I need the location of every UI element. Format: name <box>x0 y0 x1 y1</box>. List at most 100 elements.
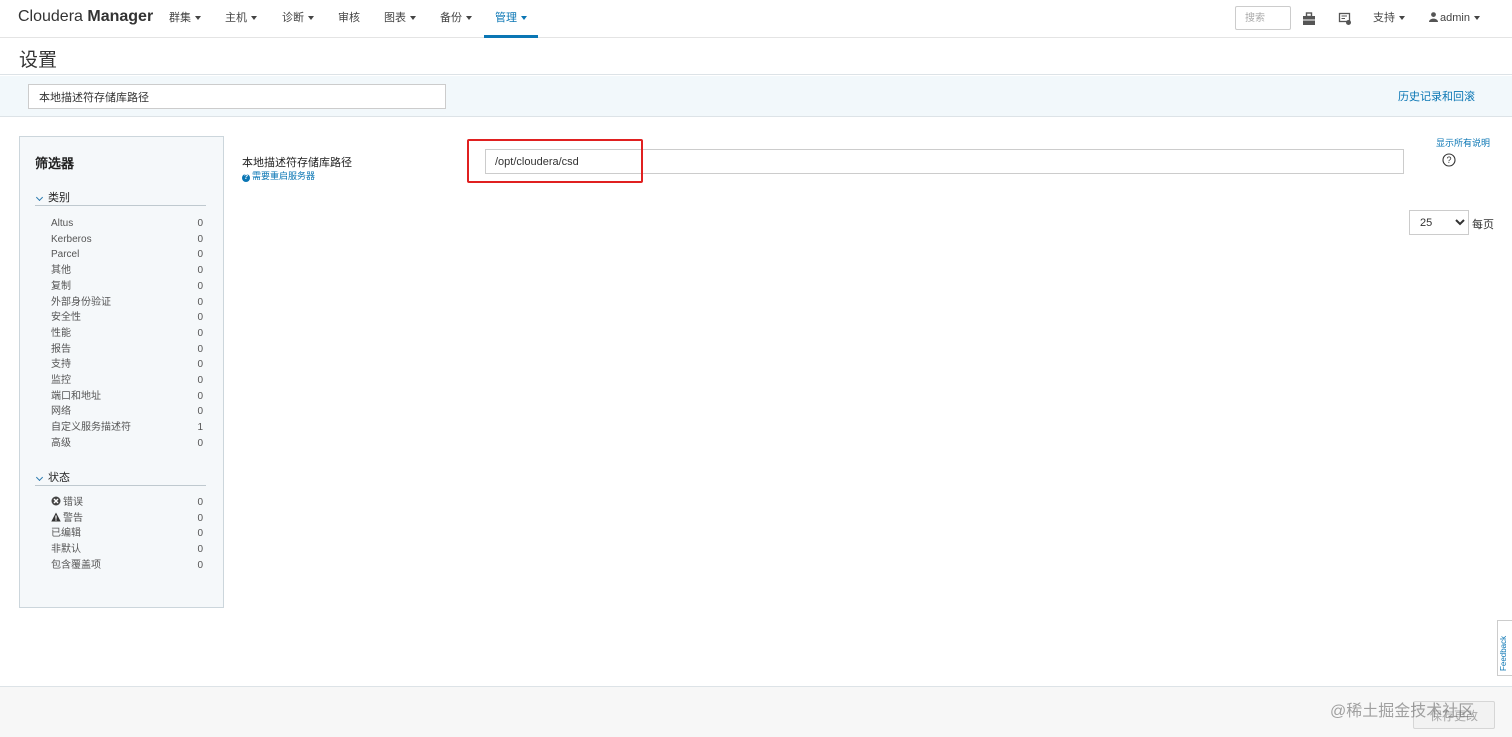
footer-bar: 保存更改 @稀土掘金技术社区 <box>0 686 1512 737</box>
nav-label: 支持 <box>1373 12 1395 24</box>
filter-item-label: 错误 <box>63 497 83 508</box>
filter-item-count: 0 <box>197 249 203 261</box>
filter-item[interactable]: 包含覆盖项 0 <box>51 558 203 573</box>
restart-required-note[interactable]: ? 需要重启服务器 <box>242 169 315 182</box>
filter-item[interactable]: 高级 0 <box>51 436 203 451</box>
nav-audits[interactable]: 审核 <box>338 0 360 38</box>
filter-item-label: 报告 <box>51 343 71 355</box>
chevron-down-icon <box>35 193 44 201</box>
help-circle-icon[interactable]: ? <box>1442 153 1456 167</box>
group-label: 状态 <box>48 472 70 484</box>
filter-item[interactable]: 其他 0 <box>51 263 203 278</box>
filter-item[interactable]: Kerberos 0 <box>51 232 203 247</box>
svg-text:?: ? <box>1446 155 1451 165</box>
filter-item[interactable]: 安全性 0 <box>51 310 203 325</box>
filter-item-label: Kerberos <box>51 233 92 245</box>
top-navbar: Cloudera Manager 群集 主机 诊断 审核 图表 备份 管理 支持… <box>0 0 1512 38</box>
filter-item[interactable]: Altus 0 <box>51 216 203 231</box>
filter-item[interactable]: 报告 0 <box>51 342 203 357</box>
nav-diagnostics[interactable]: 诊断 <box>282 0 314 38</box>
filter-item-count: 0 <box>197 390 203 402</box>
filter-item[interactable]: 错误 0 <box>51 495 203 510</box>
user-menu[interactable]: admin <box>1429 0 1480 38</box>
filter-item-label: 网络 <box>51 406 71 418</box>
filter-item-count: 0 <box>197 544 203 556</box>
filter-item-count: 0 <box>197 497 203 508</box>
search-input[interactable] <box>1235 6 1291 30</box>
filter-item[interactable]: 复制 0 <box>51 279 203 294</box>
filter-item[interactable]: Parcel 0 <box>51 247 203 262</box>
setting-label: 本地描述符存储库路径 <box>242 157 352 169</box>
filter-sidebar: 筛选器 类别 Altus 0 Kerberos 0 Parcel 0 其他 0 复制 0 外部身份验… <box>19 136 224 608</box>
per-page-label: 每页 <box>1472 219 1494 231</box>
filter-item[interactable]: 非默认 0 <box>51 542 203 557</box>
filter-item-label: 支持 <box>51 359 71 371</box>
filter-item-count: 0 <box>197 327 203 339</box>
nav-backup[interactable]: 备份 <box>440 0 472 38</box>
title-bar: 设置 <box>0 38 1512 75</box>
nav-label: 审核 <box>338 12 360 24</box>
filter-item[interactable]: 性能 0 <box>51 326 203 341</box>
feedback-tab[interactable]: Feedback <box>1497 620 1512 676</box>
category-group-header[interactable]: 类别 <box>35 189 206 206</box>
nav-support[interactable]: 支持 <box>1373 0 1405 38</box>
setting-value-input[interactable] <box>485 149 1404 174</box>
question-icon: ? <box>242 174 250 182</box>
filter-item-label: 自定义服务描述符 <box>51 422 131 434</box>
filter-item-count: 0 <box>197 559 203 571</box>
filter-item-label: 性能 <box>51 327 71 339</box>
chevron-down-icon <box>1473 16 1480 21</box>
nav-label: 主机 <box>225 12 247 24</box>
per-page-select[interactable]: 25 <box>1409 210 1469 235</box>
filter-item[interactable]: 警告 0 <box>51 511 203 526</box>
running-commands-icon[interactable] <box>1338 12 1352 26</box>
filter-item[interactable]: 外部身份验证 0 <box>51 295 203 310</box>
nav-clusters[interactable]: 群集 <box>169 0 201 38</box>
show-all-descriptions-link[interactable]: 显示所有说明 <box>1436 136 1490 149</box>
nav-label: 管理 <box>495 12 517 24</box>
filter-item-count: 0 <box>197 343 203 355</box>
status-group-header[interactable]: 状态 <box>35 469 206 486</box>
chevron-down-icon <box>466 16 472 21</box>
history-and-rollback-link[interactable]: 历史记录和回滚 <box>1398 88 1475 104</box>
filter-item[interactable]: 支持 0 <box>51 357 203 372</box>
filter-item-count: 0 <box>197 296 203 308</box>
nav-label: 群集 <box>169 12 191 24</box>
parcel-icon[interactable] <box>1302 12 1316 26</box>
chevron-down-icon <box>35 473 44 481</box>
filter-item[interactable]: 网络 0 <box>51 404 203 419</box>
nav-administration[interactable]: 管理 <box>484 0 538 38</box>
filter-item-label: 外部身份验证 <box>51 296 111 308</box>
save-changes-button[interactable]: 保存更改 <box>1413 701 1495 729</box>
chevron-down-icon <box>410 16 416 21</box>
filter-item[interactable]: 已编辑 0 <box>51 526 203 541</box>
filter-item-label: 监控 <box>51 375 71 386</box>
user-icon <box>1429 12 1438 22</box>
filter-item-label: 复制 <box>51 280 71 292</box>
feedback-label: Feedback <box>1499 635 1508 671</box>
chevron-down-icon <box>1399 16 1405 21</box>
warning-icon <box>51 512 61 522</box>
settings-filter-input[interactable] <box>28 84 446 109</box>
filter-item[interactable]: 监控 0 <box>51 373 203 388</box>
filter-item-label: 安全性 <box>51 312 81 324</box>
nav-hosts[interactable]: 主机 <box>225 0 257 38</box>
filter-item-label: 非默认 <box>51 544 81 556</box>
nav-label: 图表 <box>384 12 406 24</box>
filter-item-label: 包含覆盖项 <box>51 559 101 571</box>
chevron-down-icon <box>521 16 527 21</box>
filter-item-count: 0 <box>197 375 203 386</box>
restart-note-text: 需要重启服务器 <box>252 171 316 181</box>
filter-item-count: 0 <box>197 359 203 371</box>
brand-logo[interactable]: Cloudera Manager <box>18 8 153 26</box>
filter-item-count: 0 <box>197 312 203 324</box>
filter-item-count: 0 <box>197 280 203 292</box>
user-name: admin <box>1440 12 1470 24</box>
filter-item-count: 0 <box>197 437 203 449</box>
filter-item[interactable]: 自定义服务描述符 1 <box>51 420 203 435</box>
filter-item[interactable]: 端口和地址 0 <box>51 389 203 404</box>
nav-charts[interactable]: 图表 <box>384 0 416 38</box>
filter-bar: 历史记录和回滚 <box>0 76 1512 117</box>
filter-item-count: 1 <box>197 422 203 434</box>
filter-item-count: 0 <box>197 218 203 229</box>
